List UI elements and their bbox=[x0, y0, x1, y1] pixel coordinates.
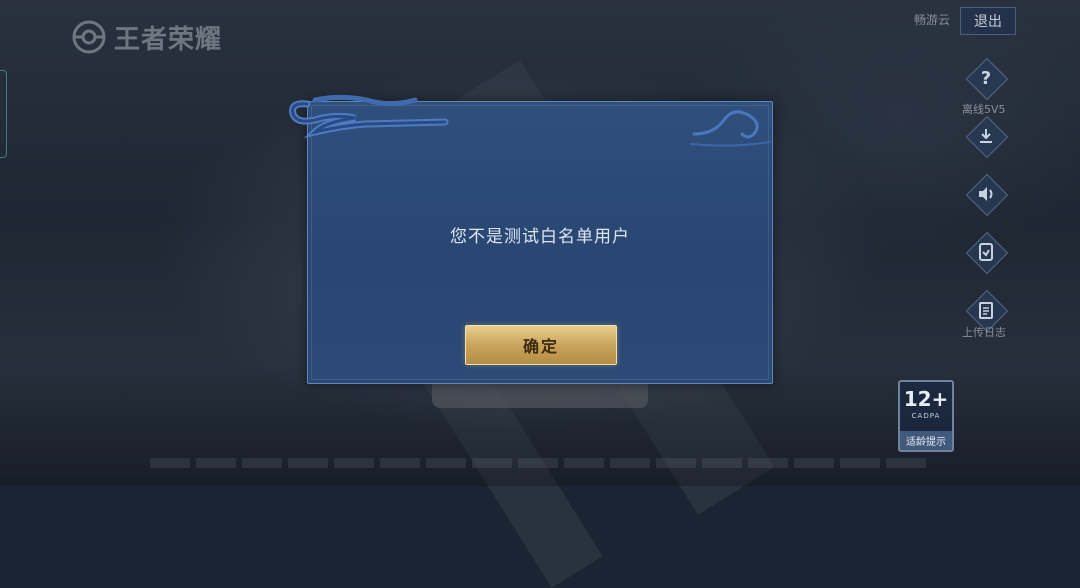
age-rating-badge[interactable]: 12+ CADPA 适龄提示 bbox=[898, 380, 954, 452]
offline-5v5-button[interactable]: ? bbox=[965, 57, 1009, 101]
confirm-button[interactable]: 确定 bbox=[465, 325, 617, 365]
age-rating-org: CADPA bbox=[911, 412, 941, 420]
repair-icon bbox=[966, 232, 1006, 272]
volume-button[interactable] bbox=[965, 173, 1009, 217]
start-game-button bbox=[432, 382, 648, 408]
age-rating-tip: 适龄提示 bbox=[900, 431, 952, 450]
volume-icon bbox=[966, 174, 1006, 214]
side-item-label: 上传日志 bbox=[962, 326, 1006, 339]
download-icon bbox=[966, 116, 1006, 156]
download-button[interactable] bbox=[965, 115, 1009, 159]
exit-button[interactable]: 退出 bbox=[960, 7, 1016, 35]
logo-emblem-icon bbox=[72, 20, 106, 54]
game-logo: 王者荣耀 bbox=[70, 18, 222, 56]
dialog-message: 您不是测试白名单用户 bbox=[450, 227, 630, 247]
repair-button[interactable] bbox=[965, 231, 1009, 275]
footer-legal-text bbox=[150, 458, 930, 468]
dialog-swirl-ornament bbox=[289, 94, 449, 139]
dialog-swirl-ornament-right bbox=[690, 110, 771, 147]
logo-text: 王者荣耀 bbox=[114, 24, 223, 55]
side-item-label: 离线5V5 bbox=[962, 103, 1006, 116]
region-label: 畅游云 bbox=[914, 13, 951, 27]
age-rating-value: 12+ bbox=[903, 387, 949, 411]
side-drawer-tab[interactable] bbox=[0, 70, 7, 158]
question-icon: ? bbox=[980, 67, 992, 89]
